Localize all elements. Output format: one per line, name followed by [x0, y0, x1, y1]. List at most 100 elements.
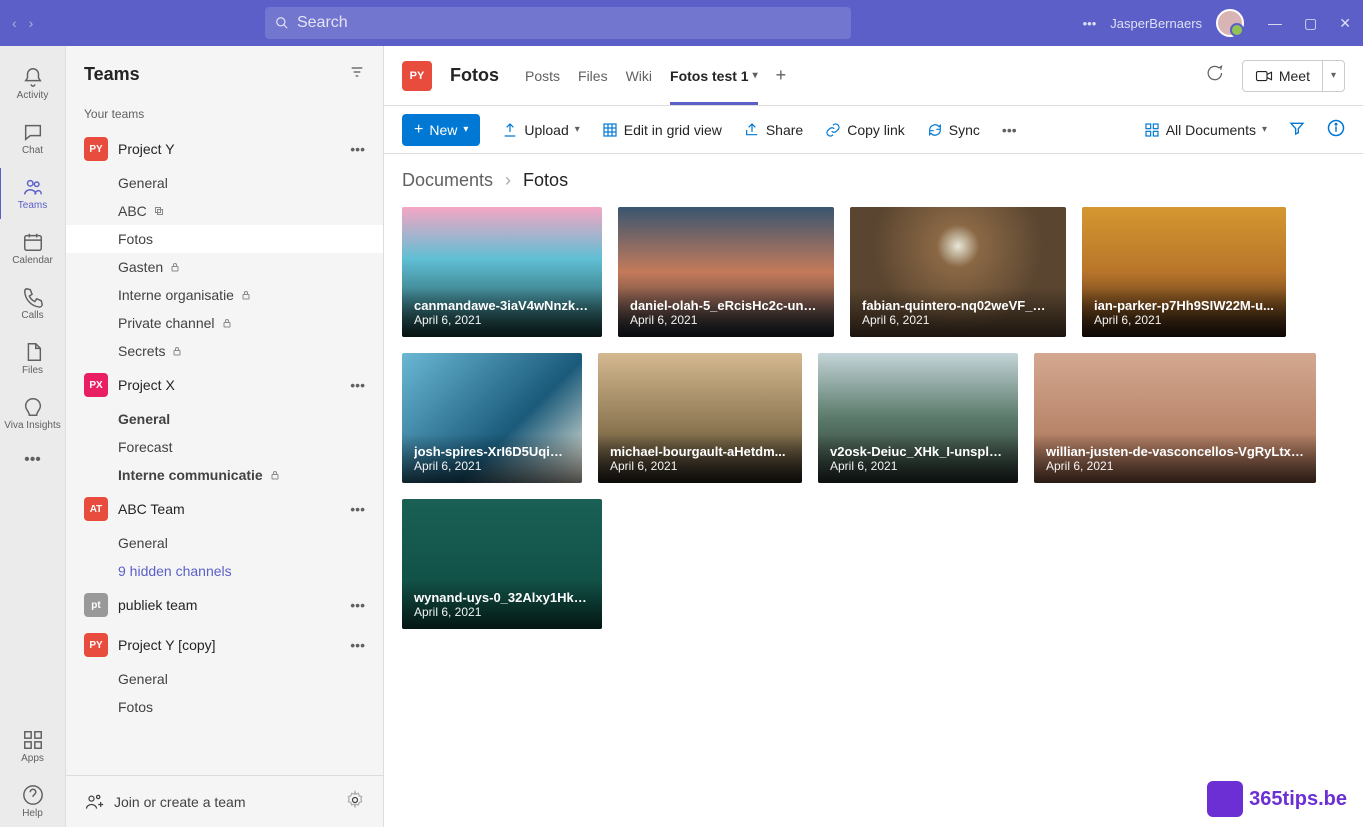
tab-files[interactable]: Files — [578, 46, 608, 105]
rail-files[interactable]: Files — [0, 333, 65, 384]
chevron-down-icon[interactable]: ▾ — [1323, 70, 1344, 81]
team-more-icon[interactable]: ••• — [350, 501, 365, 517]
titlebar: ‹ › Search ••• JasperBernaers — ▢ ✕ — [0, 0, 1363, 46]
teams-sidebar: Teams Your teams PYProject Y•••GeneralAB… — [66, 46, 384, 827]
channel-item[interactable]: General — [66, 405, 383, 433]
maximize-icon[interactable]: ▢ — [1304, 15, 1317, 32]
watermark: 365tips.be — [1207, 781, 1347, 817]
gear-icon[interactable] — [345, 790, 365, 813]
join-team-button[interactable]: Join or create a team — [114, 794, 246, 810]
close-icon[interactable]: ✕ — [1339, 15, 1351, 32]
channel-item[interactable]: Fotos — [66, 225, 383, 253]
sidebar-title: Teams — [84, 64, 140, 85]
channel-item[interactable]: Gasten — [66, 253, 383, 281]
file-name: michael-bourgault-aHetdm... — [610, 444, 790, 459]
file-name: canmandawe-3iaV4wNnzks-... — [414, 298, 590, 313]
team-row[interactable]: ATABC Team••• — [66, 489, 383, 529]
file-date: April 6, 2021 — [1094, 313, 1274, 327]
breadcrumb: Documents › Fotos — [384, 154, 1363, 207]
channel-item[interactable]: Fotos — [66, 693, 383, 721]
content-pane: PY Fotos PostsFilesWikiFotos test 1 ▾ + … — [384, 46, 1363, 827]
file-name: willian-justen-de-vasconcellos-VgRyLtxF.… — [1046, 444, 1304, 459]
channel-item[interactable]: 9 hidden channels — [66, 557, 383, 585]
tab-wiki[interactable]: Wiki — [626, 46, 652, 105]
file-date: April 6, 2021 — [610, 459, 790, 473]
channel-item[interactable]: Secrets — [66, 337, 383, 365]
file-date: April 6, 2021 — [1046, 459, 1304, 473]
more-icon[interactable]: ••• — [1083, 16, 1097, 31]
avatar[interactable] — [1216, 9, 1244, 37]
view-switcher[interactable]: All Documents ▾ — [1144, 122, 1267, 138]
file-date: April 6, 2021 — [630, 313, 822, 327]
team-more-icon[interactable]: ••• — [350, 637, 365, 653]
rail-calls[interactable]: Calls — [0, 278, 65, 329]
file-name: ian-parker-p7Hh9SIW22M-u... — [1094, 298, 1274, 313]
channel-item[interactable]: Interne organisatie — [66, 281, 383, 309]
team-row[interactable]: PYProject Y [copy]••• — [66, 625, 383, 665]
channel-item[interactable]: General — [66, 665, 383, 693]
rail-apps[interactable]: Apps — [0, 721, 65, 772]
chevron-right-icon: › — [505, 170, 511, 191]
file-tile[interactable]: ian-parker-p7Hh9SIW22M-u...April 6, 2021 — [1082, 207, 1286, 337]
team-row[interactable]: PXProject X••• — [66, 365, 383, 405]
copy-link-button[interactable]: Copy link — [825, 122, 905, 138]
search-input[interactable]: Search — [265, 7, 851, 39]
file-name: josh-spires-XrI6D5UqiN... — [414, 444, 570, 459]
file-name: v2osk-Deiuc_XHk_I-unsplas... — [830, 444, 1006, 459]
team-row[interactable]: PYProject Y••• — [66, 129, 383, 169]
rail-viva-insights[interactable]: Viva Insights — [0, 388, 65, 439]
channel-item[interactable]: Private channel — [66, 309, 383, 337]
team-more-icon[interactable]: ••• — [350, 141, 365, 157]
team-more-icon[interactable]: ••• — [350, 377, 365, 393]
filter-pane-icon[interactable] — [1289, 120, 1305, 139]
breadcrumb-current: Fotos — [523, 170, 568, 191]
minimize-icon[interactable]: — — [1268, 15, 1282, 32]
files-toolbar: + New ▾ Upload ▾ Edit in grid view Share… — [384, 106, 1363, 154]
search-icon — [275, 16, 289, 30]
channel-item[interactable]: General — [66, 529, 383, 557]
file-gallery: canmandawe-3iaV4wNnzks-...April 6, 2021d… — [384, 207, 1363, 629]
breadcrumb-root[interactable]: Documents — [402, 170, 493, 191]
meet-button[interactable]: Meet ▾ — [1242, 60, 1345, 92]
new-button[interactable]: + New ▾ — [402, 114, 480, 146]
video-icon — [1255, 67, 1273, 85]
rail-more[interactable]: ••• — [0, 443, 65, 477]
file-date: April 6, 2021 — [830, 459, 1006, 473]
rail-teams[interactable]: Teams — [0, 168, 64, 219]
file-tile[interactable]: willian-justen-de-vasconcellos-VgRyLtxF.… — [1034, 353, 1316, 483]
file-tile[interactable]: josh-spires-XrI6D5UqiN...April 6, 2021 — [402, 353, 582, 483]
file-tile[interactable]: wynand-uys-0_32Alxy1Hk-uns...April 6, 20… — [402, 499, 602, 629]
channel-item[interactable]: ABC — [66, 197, 383, 225]
team-row[interactable]: ptpubliek team••• — [66, 585, 383, 625]
add-tab-button[interactable]: + — [776, 65, 787, 86]
rail-help[interactable]: Help — [0, 776, 65, 827]
upload-button[interactable]: Upload ▾ — [502, 122, 579, 138]
nav-back[interactable]: ‹ — [12, 15, 17, 31]
team-more-icon[interactable]: ••• — [350, 597, 365, 613]
channel-item[interactable]: General — [66, 169, 383, 197]
edit-grid-button[interactable]: Edit in grid view — [602, 122, 722, 138]
share-button[interactable]: Share — [744, 122, 803, 138]
rail-activity[interactable]: Activity — [0, 58, 65, 109]
rail-chat[interactable]: Chat — [0, 113, 65, 164]
tab-posts[interactable]: Posts — [525, 46, 560, 105]
file-tile[interactable]: canmandawe-3iaV4wNnzks-...April 6, 2021 — [402, 207, 602, 337]
tab-fotos-test-1[interactable]: Fotos test 1 ▾ — [670, 46, 758, 105]
sidebar-section: Your teams — [66, 107, 383, 121]
user-name: JasperBernaers — [1110, 16, 1202, 31]
channel-item[interactable]: Interne communicatie — [66, 461, 383, 489]
chat-icon[interactable] — [1204, 63, 1224, 88]
toolbar-more[interactable]: ••• — [1002, 122, 1017, 138]
tab-header: PY Fotos PostsFilesWikiFotos test 1 ▾ + … — [384, 46, 1363, 106]
sync-button[interactable]: Sync — [927, 122, 980, 138]
file-tile[interactable]: daniel-olah-5_eRcisHc2c-unspl...April 6,… — [618, 207, 834, 337]
rail-calendar[interactable]: Calendar — [0, 223, 65, 274]
file-tile[interactable]: v2osk-Deiuc_XHk_I-unsplas...April 6, 202… — [818, 353, 1018, 483]
file-tile[interactable]: fabian-quintero-nq02weVF_mk-u...April 6,… — [850, 207, 1066, 337]
file-date: April 6, 2021 — [414, 605, 590, 619]
info-icon[interactable] — [1327, 119, 1345, 140]
filter-icon[interactable] — [349, 64, 365, 85]
file-name: daniel-olah-5_eRcisHc2c-unspl... — [630, 298, 822, 313]
channel-item[interactable]: Forecast — [66, 433, 383, 461]
file-tile[interactable]: michael-bourgault-aHetdm...April 6, 2021 — [598, 353, 802, 483]
